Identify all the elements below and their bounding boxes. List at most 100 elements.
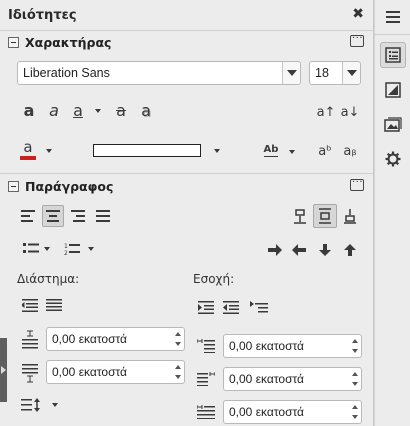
shadow-button[interactable]: a <box>137 101 155 121</box>
properties-icon <box>385 47 401 63</box>
font-size-combobox[interactable]: 18 <box>309 61 361 85</box>
above-spacing-icon-wrap <box>20 329 40 351</box>
arrow-right-icon <box>268 244 282 256</box>
spin-up-icon[interactable] <box>352 405 358 409</box>
bullet-list-icon <box>23 243 39 253</box>
increase-font-size-button[interactable]: a↑ <box>316 102 336 122</box>
align-bottom-button[interactable] <box>340 206 360 226</box>
align-vertical-center-button[interactable] <box>313 204 337 228</box>
increase-spacing-button[interactable] <box>20 296 40 314</box>
subscript-icon: aᵦ <box>343 143 357 159</box>
spin-up-icon[interactable] <box>175 332 181 336</box>
highlight-dropdown[interactable] <box>212 145 222 157</box>
superscript-button[interactable]: aᵇ <box>314 141 336 161</box>
character-spacing-button[interactable]: Ab <box>260 141 282 161</box>
align-bottom-icon <box>344 209 356 224</box>
tab-settings[interactable] <box>380 146 406 172</box>
line-spacing-dropdown[interactable] <box>50 399 60 411</box>
tab-gallery[interactable] <box>380 112 406 138</box>
align-right-button[interactable] <box>68 207 88 225</box>
decrease-font-size-button[interactable]: a↓ <box>340 102 360 122</box>
bullet-list-dropdown[interactable] <box>42 243 52 255</box>
spin-down-icon[interactable] <box>352 382 358 386</box>
align-center-icon <box>46 210 60 222</box>
decrease-indent-button[interactable] <box>221 298 241 316</box>
italic-button[interactable]: a <box>45 101 63 121</box>
numbered-list-dropdown[interactable] <box>86 243 96 255</box>
underline-icon: a <box>73 101 83 120</box>
align-top-button[interactable] <box>290 206 310 226</box>
chevron-down-icon <box>214 149 220 153</box>
after-indent-spinner[interactable]: 0,00 εκατοστά <box>223 367 362 391</box>
more-options-icon[interactable] <box>350 30 364 47</box>
close-icon[interactable]: ✖ <box>352 6 364 22</box>
spacing-dropdown[interactable] <box>287 146 297 158</box>
tab-separator <box>375 34 410 35</box>
line-spacing-icon <box>21 398 40 412</box>
move-down-button[interactable] <box>315 241 335 259</box>
spin-up-icon[interactable] <box>352 339 358 343</box>
collapse-icon[interactable] <box>8 36 19 48</box>
character-separator <box>0 173 374 174</box>
first-line-indent-spinner[interactable]: 0,00 εκατοστά <box>223 400 362 424</box>
collapse-icon[interactable] <box>8 180 19 192</box>
before-indent-value: 0,00 εκατοστά <box>229 339 304 353</box>
sidebar-menu-button[interactable] <box>380 4 406 30</box>
numbered-list-button[interactable]: 12 <box>63 240 81 258</box>
hanging-indent-button[interactable] <box>248 298 270 316</box>
decrease-paragraph-spacing-icon <box>46 298 62 311</box>
paragraph-panel-header[interactable]: Παράγραφος <box>8 174 366 197</box>
align-vertical-center-icon <box>319 208 331 224</box>
demote-left-button[interactable] <box>289 241 309 259</box>
spinner-buttons[interactable] <box>350 369 360 389</box>
after-indent-icon-wrap <box>196 369 216 389</box>
font-size-value: 18 <box>315 66 329 80</box>
move-up-button[interactable] <box>340 241 360 259</box>
spin-down-icon[interactable] <box>175 342 181 346</box>
align-left-button[interactable] <box>18 207 38 225</box>
spin-down-icon[interactable] <box>352 415 358 419</box>
font-color-dropdown[interactable] <box>44 145 54 157</box>
bullet-list-button[interactable] <box>22 240 40 258</box>
character-panel-header[interactable]: Χαρακτήρας <box>8 30 366 53</box>
font-color-button[interactable]: a <box>18 139 38 161</box>
deck-titlebar: Ιδιότητες ✖ <box>0 0 374 30</box>
grow-font-icon: a↑ <box>316 104 336 120</box>
tab-slide-transition[interactable] <box>380 77 406 103</box>
spinner-buttons[interactable] <box>350 402 360 422</box>
gear-icon <box>385 151 401 167</box>
below-spacing-spinner[interactable]: 0,00 εκατοστά <box>46 360 185 384</box>
spin-down-icon[interactable] <box>175 375 181 379</box>
font-name-dropdown-button[interactable] <box>282 62 300 84</box>
before-indent-spinner[interactable]: 0,00 εκατοστά <box>223 334 362 358</box>
line-spacing-button[interactable] <box>20 395 42 415</box>
bold-button[interactable]: a <box>20 101 38 121</box>
decrease-spacing-button[interactable] <box>44 296 64 314</box>
highlight-color-swatch[interactable] <box>93 144 201 157</box>
sidebar-collapse-handle[interactable] <box>0 338 7 402</box>
underline-dropdown[interactable] <box>93 104 103 118</box>
chevron-down-icon <box>346 70 357 76</box>
subscript-button[interactable]: aᵦ <box>339 141 361 161</box>
spin-up-icon[interactable] <box>175 365 181 369</box>
spinner-buttons[interactable] <box>350 336 360 356</box>
font-size-dropdown-button[interactable] <box>342 62 360 84</box>
arrow-up-icon <box>344 244 356 256</box>
promote-right-button[interactable] <box>265 241 285 259</box>
font-name-combobox[interactable]: Liberation Sans <box>17 61 301 85</box>
more-options-icon[interactable] <box>350 174 364 191</box>
deck-title: Ιδιότητες <box>8 7 77 23</box>
underline-button[interactable]: a <box>69 101 87 121</box>
spin-up-icon[interactable] <box>352 372 358 376</box>
spin-down-icon[interactable] <box>352 349 358 353</box>
tab-properties[interactable] <box>380 42 406 68</box>
strikethrough-button[interactable]: a <box>112 101 130 121</box>
spinner-buttons[interactable] <box>173 362 183 382</box>
spinner-buttons[interactable] <box>173 329 183 349</box>
align-center-button[interactable] <box>42 205 64 227</box>
increase-indent-button[interactable] <box>196 298 216 316</box>
justify-button[interactable] <box>93 207 113 225</box>
chevron-down-icon <box>286 70 297 76</box>
above-spacing-spinner[interactable]: 0,00 εκατοστά <box>46 327 185 351</box>
svg-text:1: 1 <box>64 243 68 250</box>
